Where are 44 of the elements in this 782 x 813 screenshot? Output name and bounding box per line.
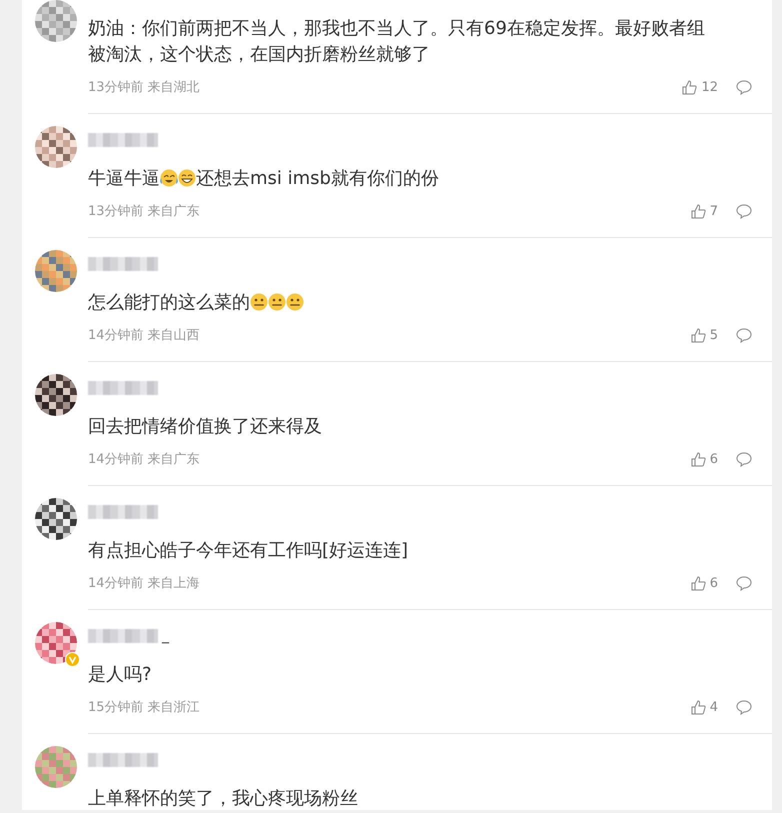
comment-time: 15分钟前	[88, 699, 144, 716]
comment-time: 14分钟前	[88, 575, 144, 592]
comment-time: 13分钟前	[88, 203, 144, 220]
comment-text: 还想去msi imsb就有你们的份	[196, 168, 439, 189]
like-button[interactable]: 7	[690, 204, 718, 218]
comment-location: 来自上海	[148, 575, 200, 592]
comment-location: 来自浙江	[148, 699, 200, 716]
thumbs-up-icon	[690, 700, 706, 714]
comment-text: 奶油：你们前两把不当人，那我也不当人了。只有69在稳定发挥。最好败者组被淘汰，这个状态，在国内折磨粉丝就够了	[88, 18, 705, 65]
thumbs-up-icon	[690, 452, 706, 466]
like-button[interactable]: 5	[690, 328, 718, 342]
comment-text: 上单释怀的笑了，我心疼现场粉丝	[88, 788, 358, 809]
comment-location: 来自广东	[148, 203, 200, 220]
comment-text: 怎么能打的这么菜的	[88, 292, 250, 313]
comment-icon[interactable]	[736, 576, 752, 590]
emoji-icon	[268, 293, 286, 311]
comment-text: 是人吗?	[88, 664, 152, 685]
comment-text: 有点担心皓子今年还有工作吗[好运连连]	[88, 540, 408, 561]
comment-time: 14分钟前	[88, 327, 144, 344]
comment-text: 牛逼牛逼	[88, 168, 160, 189]
comment-icon[interactable]	[736, 80, 752, 94]
emoji-icon	[250, 293, 268, 311]
comment-time: 14分钟前	[88, 451, 144, 468]
like-button[interactable]: 4	[690, 700, 718, 714]
comment-location: 来自湖北	[148, 79, 200, 96]
like-button[interactable]: 12	[682, 80, 718, 94]
comment-icon[interactable]	[736, 204, 752, 218]
username-suffix: _	[162, 628, 169, 644]
comment-location: 来自广东	[148, 451, 200, 468]
comment-icon[interactable]	[736, 700, 752, 714]
comment-text: 回去把情绪价值换了还来得及	[88, 416, 322, 437]
comment-icon[interactable]	[736, 328, 752, 342]
thumbs-up-icon	[690, 204, 706, 218]
thumbs-up-icon	[682, 80, 698, 94]
thumbs-up-icon	[690, 328, 706, 342]
comment-time: 13分钟前	[88, 79, 144, 96]
comment-location: 来自山西	[148, 327, 200, 344]
emoji-icon	[160, 169, 178, 187]
thumbs-up-icon	[690, 576, 706, 590]
comment-icon[interactable]	[736, 452, 752, 466]
emoji-icon	[178, 169, 196, 187]
like-button[interactable]: 6	[690, 576, 718, 590]
like-button[interactable]: 6	[690, 452, 718, 466]
emoji-icon	[286, 293, 304, 311]
